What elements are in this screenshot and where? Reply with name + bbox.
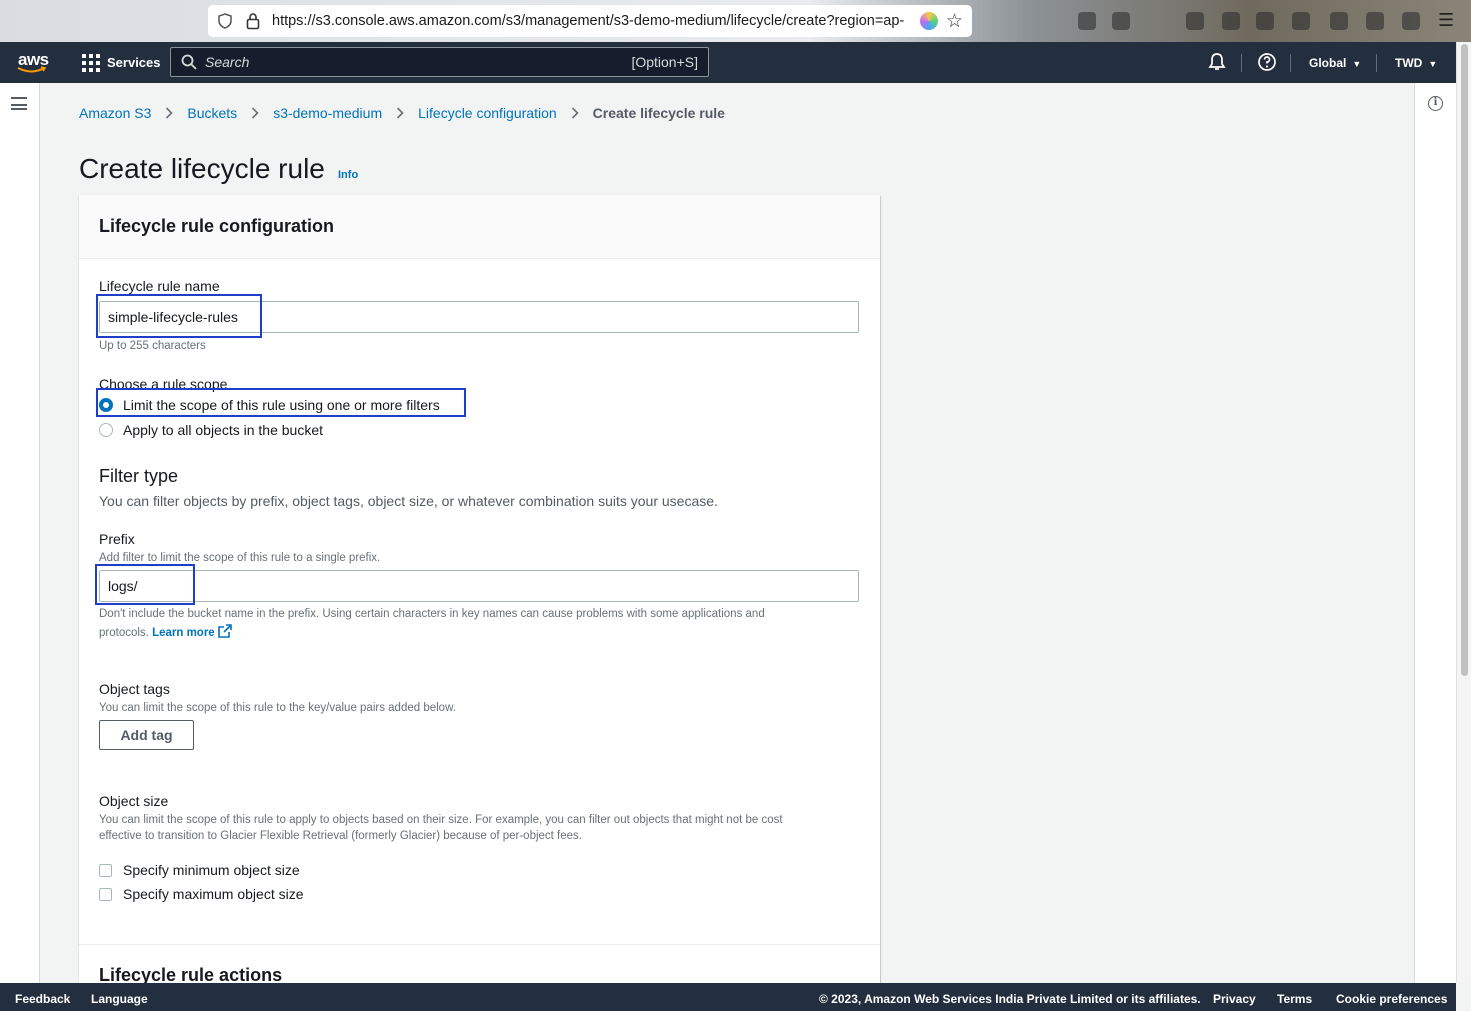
panel-header: Lifecycle rule configuration bbox=[79, 195, 880, 259]
feedback-link[interactable]: Feedback bbox=[15, 992, 70, 1006]
search-box[interactable]: [Option+S] bbox=[170, 47, 709, 77]
annotation-highlight-box bbox=[95, 564, 195, 605]
chevron-right-icon bbox=[571, 107, 579, 119]
external-link-icon bbox=[217, 624, 232, 638]
account-menu[interactable]: TWD ▼ bbox=[1395, 56, 1437, 70]
search-shortcut: [Option+S] bbox=[631, 54, 698, 70]
notifications-bell-icon[interactable] bbox=[1207, 52, 1227, 72]
right-rail: i bbox=[1414, 83, 1456, 983]
console-footer: Feedback Language © 2023, Amazon Web Ser… bbox=[0, 983, 1456, 1011]
page-title: Create lifecycle rule bbox=[79, 153, 325, 184]
puzzle-icon[interactable] bbox=[1402, 12, 1420, 30]
max-size-checkbox[interactable] bbox=[99, 888, 112, 901]
aws-top-nav: aws Services [Option+S] Global▼ TWD▼ bbox=[0, 42, 1456, 83]
scope-all-label[interactable]: Apply to all objects in the bucket bbox=[123, 422, 323, 438]
panel-divider bbox=[79, 944, 880, 945]
lock-icon bbox=[246, 13, 260, 30]
breadcrumb-bucket-name[interactable]: s3-demo-medium bbox=[273, 105, 382, 121]
chevron-right-icon bbox=[397, 107, 404, 119]
privacy-link[interactable]: Privacy bbox=[1213, 992, 1256, 1006]
object-size-label: Object size bbox=[99, 793, 169, 809]
nav-divider bbox=[1241, 54, 1242, 72]
cookie-preferences-link[interactable]: Cookie preferences bbox=[1336, 992, 1447, 1006]
page-scrollbar[interactable] bbox=[1456, 42, 1471, 983]
browser-menu-icon[interactable]: ☰ bbox=[1438, 10, 1454, 31]
download-icon[interactable] bbox=[1112, 12, 1130, 30]
scrollbar-thumb[interactable] bbox=[1461, 44, 1468, 676]
help-icon[interactable] bbox=[1257, 52, 1277, 72]
language-link[interactable]: Language bbox=[91, 992, 148, 1006]
rule-name-hint: Up to 255 characters bbox=[99, 340, 206, 352]
caret-down-icon: ▼ bbox=[1352, 59, 1362, 69]
object-size-description-line1: You can limit the scope of this rule to … bbox=[99, 814, 783, 826]
add-tag-button[interactable]: Add tag bbox=[99, 720, 194, 750]
breadcrumb-amazon-s3[interactable]: Amazon S3 bbox=[79, 105, 151, 121]
extension-icon[interactable] bbox=[1186, 12, 1204, 30]
object-size-description-line2: effective to transition to Glacier Flexi… bbox=[99, 830, 582, 842]
account-label: TWD bbox=[1395, 56, 1423, 70]
services-grid-icon[interactable] bbox=[82, 54, 100, 72]
panel-title: Lifecycle rule configuration bbox=[99, 216, 335, 236]
prefix-hint-line1: Don't include the bucket name in the pre… bbox=[99, 608, 765, 620]
chevron-right-icon bbox=[166, 107, 174, 119]
object-tags-label: Object tags bbox=[99, 681, 170, 697]
max-size-label[interactable]: Specify maximum object size bbox=[123, 886, 304, 902]
prefix-label: Prefix bbox=[99, 531, 135, 547]
address-bar[interactable]: https://s3.console.aws.amazon.com/s3/man… bbox=[208, 5, 972, 37]
extension-icon[interactable] bbox=[1256, 12, 1274, 30]
info-icon[interactable]: i bbox=[1428, 96, 1443, 111]
object-tags-description: You can limit the scope of this rule to … bbox=[99, 702, 456, 714]
filter-type-description: You can filter objects by prefix, object… bbox=[99, 493, 718, 509]
search-icon bbox=[181, 54, 197, 70]
prefix-hint-protocols: protocols. bbox=[99, 627, 149, 639]
learn-more-link[interactable]: Learn more bbox=[152, 624, 232, 639]
rule-name-label: Lifecycle rule name bbox=[99, 278, 220, 294]
search-input[interactable] bbox=[205, 54, 605, 70]
prefix-input[interactable] bbox=[99, 570, 859, 602]
url-text: https://s3.console.aws.amazon.com/s3/man… bbox=[272, 13, 905, 29]
extension-icon[interactable] bbox=[1330, 12, 1348, 30]
nav-divider bbox=[1290, 54, 1291, 72]
services-menu[interactable]: Services bbox=[107, 55, 161, 70]
min-size-checkbox[interactable] bbox=[99, 864, 112, 877]
region-menu[interactable]: Global ▼ bbox=[1309, 56, 1361, 70]
breadcrumb-current: Create lifecycle rule bbox=[592, 105, 725, 121]
chevron-right-icon bbox=[252, 107, 259, 119]
pocket-icon[interactable] bbox=[1078, 12, 1096, 30]
bookmark-star-icon[interactable]: ☆ bbox=[946, 10, 963, 33]
breadcrumb: Amazon S3 Buckets s3-demo-medium Lifecyc… bbox=[79, 105, 725, 121]
copyright-text: © 2023, Amazon Web Services India Privat… bbox=[819, 992, 1201, 1006]
menu-hamburger-icon[interactable] bbox=[11, 97, 27, 110]
breadcrumb-buckets[interactable]: Buckets bbox=[187, 105, 237, 121]
learn-more-label: Learn more bbox=[152, 627, 215, 639]
nav-divider bbox=[1376, 54, 1377, 72]
left-rail bbox=[0, 83, 40, 983]
lifecycle-rule-configuration-panel: Lifecycle rule configuration Lifecycle r… bbox=[79, 195, 880, 995]
min-size-label[interactable]: Specify minimum object size bbox=[123, 862, 300, 878]
extension-icon[interactable] bbox=[920, 12, 938, 30]
extension-icon[interactable] bbox=[1222, 12, 1240, 30]
browser-toolbar: https://s3.console.aws.amazon.com/s3/man… bbox=[0, 0, 1471, 42]
shield-icon bbox=[218, 13, 232, 29]
info-link[interactable]: Info bbox=[338, 169, 358, 181]
extension-icon[interactable] bbox=[1366, 12, 1384, 30]
terms-link[interactable]: Terms bbox=[1277, 992, 1312, 1006]
annotation-highlight-box bbox=[96, 388, 466, 417]
aws-smile-logo bbox=[17, 66, 47, 73]
region-label: Global bbox=[1309, 56, 1347, 70]
filter-type-heading: Filter type bbox=[99, 466, 179, 486]
breadcrumb-lifecycle-configuration[interactable]: Lifecycle configuration bbox=[418, 105, 557, 121]
scope-all-radio[interactable] bbox=[99, 423, 113, 437]
extension-icon[interactable] bbox=[1292, 12, 1310, 30]
caret-down-icon: ▼ bbox=[1428, 59, 1438, 69]
prefix-hint-line2: protocols. Learn more bbox=[99, 624, 232, 639]
annotation-highlight-box bbox=[96, 294, 262, 338]
prefix-description: Add filter to limit the scope of this ru… bbox=[99, 552, 381, 564]
